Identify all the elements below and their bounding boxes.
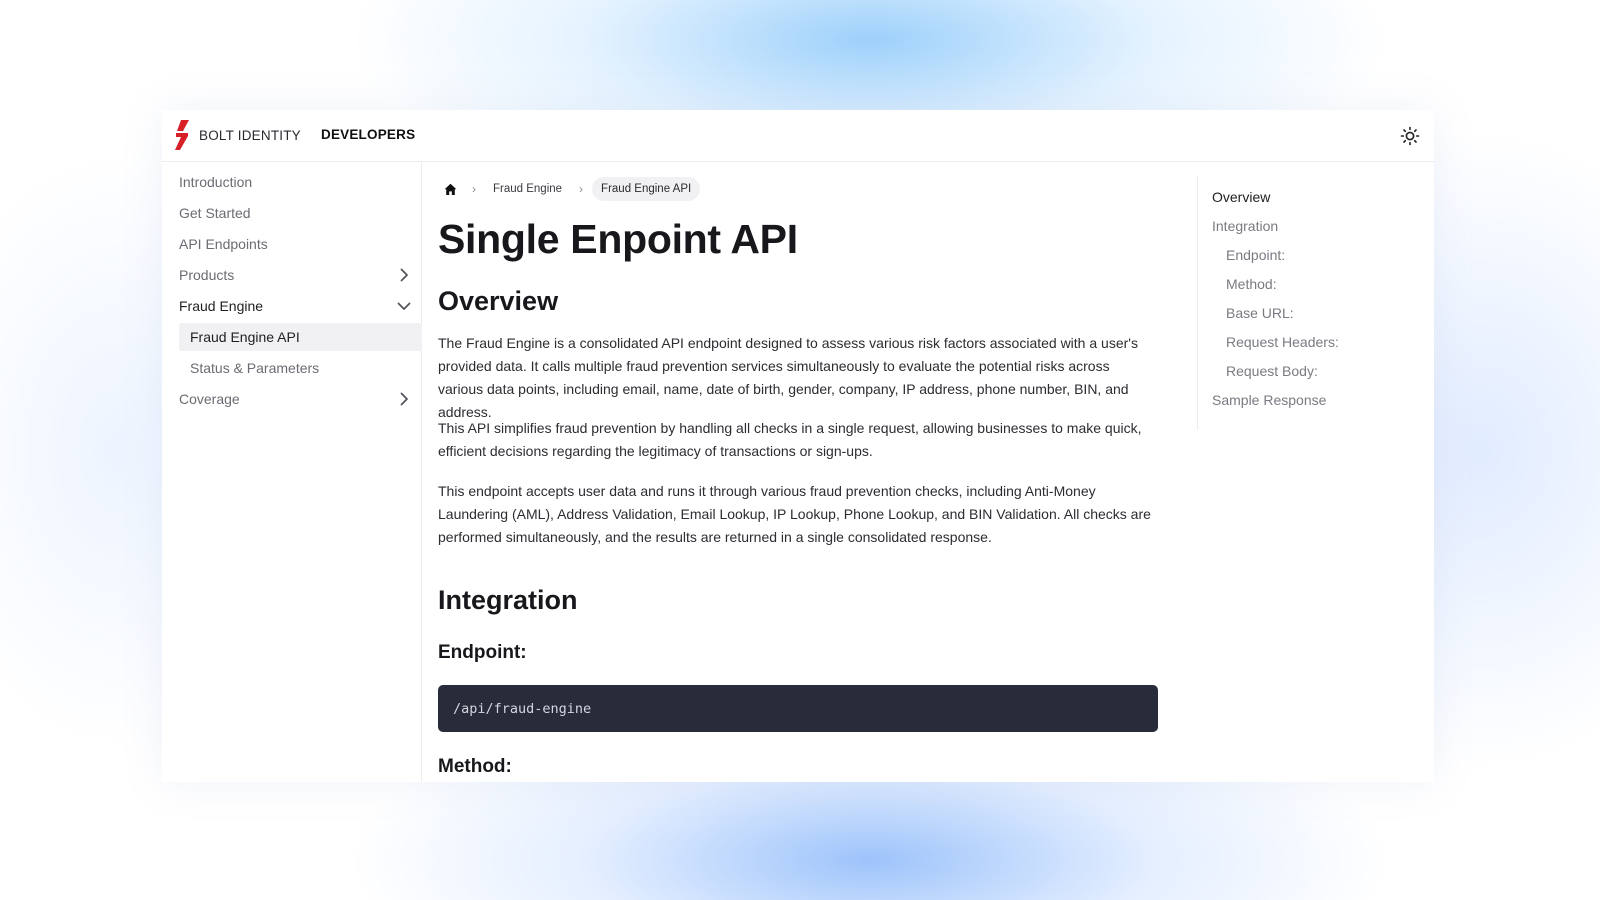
toc-item-integration[interactable]: Integration xyxy=(1212,218,1278,234)
docs-window: BOLT IDENTITY DEVELOPERS Introduction Ge… xyxy=(162,110,1434,782)
sidebar-subitem-label: Status & Parameters xyxy=(190,360,320,376)
sidebar-item-coverage[interactable]: Coverage xyxy=(179,385,422,413)
toc-item-method[interactable]: Method: xyxy=(1226,276,1277,292)
brand-name: BOLT IDENTITY xyxy=(199,127,301,143)
breadcrumb: › Fraud Engine › Fraud Engine API xyxy=(437,176,701,202)
sidebar-item-api-endpoints[interactable]: API Endpoints xyxy=(179,230,422,258)
breadcrumb-item[interactable]: Fraud Engine xyxy=(485,183,570,195)
page-title: Single Enpoint API xyxy=(438,216,798,262)
overview-paragraph: This endpoint accepts user data and runs… xyxy=(438,483,1151,545)
table-of-contents: Overview Integration Endpoint: Method: B… xyxy=(1197,175,1417,430)
toc-item-endpoint[interactable]: Endpoint: xyxy=(1226,247,1285,263)
sidebar-item-label: Fraud Engine xyxy=(179,298,264,314)
sidebar-item-label: API Endpoints xyxy=(179,236,268,252)
sidebar-item-introduction[interactable]: Introduction xyxy=(179,168,422,196)
endpoint-code-block[interactable]: /api/fraud-engine xyxy=(438,685,1158,732)
toc-item-overview[interactable]: Overview xyxy=(1212,189,1270,205)
section-heading-overview: Overview xyxy=(438,286,559,316)
brand-link[interactable]: BOLT IDENTITY xyxy=(172,120,301,150)
chevron-down-icon[interactable] xyxy=(396,298,412,314)
sun-icon xyxy=(1400,126,1420,146)
sidebar-item-label: Products xyxy=(179,267,235,283)
sidebar-nav: Introduction Get Started API Endpoints P… xyxy=(162,162,422,782)
chevron-right-icon[interactable] xyxy=(396,267,412,283)
nav-developers-link[interactable]: DEVELOPERS xyxy=(321,127,415,142)
toc-item-base-url[interactable]: Base URL: xyxy=(1226,305,1294,321)
breadcrumb-home-link[interactable] xyxy=(437,176,463,202)
toc-item-request-body[interactable]: Request Body: xyxy=(1226,363,1318,379)
sidebar-subitem-label: Fraud Engine API xyxy=(190,329,300,345)
toc-item-sample-response[interactable]: Sample Response xyxy=(1212,392,1326,408)
overview-paragraph: The Fraud Engine is a consolidated API e… xyxy=(438,335,1138,420)
subsection-heading-method: Method: xyxy=(438,756,512,777)
sidebar-item-fraud-engine[interactable]: Fraud Engine xyxy=(179,292,422,320)
top-bar: BOLT IDENTITY DEVELOPERS xyxy=(162,110,1434,162)
sidebar-item-label: Get Started xyxy=(179,205,251,221)
bolt-logo-icon xyxy=(175,120,189,150)
breadcrumb-separator: › xyxy=(579,182,584,196)
sidebar-item-label: Coverage xyxy=(179,391,240,407)
sidebar-subitem-status-parameters[interactable]: Status & Parameters xyxy=(179,354,422,382)
home-icon xyxy=(444,183,456,195)
endpoint-code: /api/fraud-engine xyxy=(453,700,592,717)
breadcrumb-separator: › xyxy=(472,182,476,196)
sidebar-item-products[interactable]: Products xyxy=(179,261,422,289)
toc-item-request-headers[interactable]: Request Headers: xyxy=(1226,334,1339,350)
sidebar-item-get-started[interactable]: Get Started xyxy=(179,199,422,227)
theme-toggle-button[interactable] xyxy=(1398,124,1422,148)
sidebar-item-label: Introduction xyxy=(179,174,253,190)
main-content: › Fraud Engine › Fraud Engine API Single… xyxy=(423,162,1183,782)
breadcrumb-current[interactable]: Fraud Engine API xyxy=(592,177,701,201)
chevron-right-icon[interactable] xyxy=(396,391,412,407)
sidebar-subitem-fraud-engine-api[interactable]: Fraud Engine API xyxy=(179,323,422,351)
section-heading-integration: Integration xyxy=(438,585,578,615)
overview-paragraph: This API simplifies fraud prevention by … xyxy=(438,420,1142,459)
subsection-heading-endpoint: Endpoint: xyxy=(438,642,527,663)
